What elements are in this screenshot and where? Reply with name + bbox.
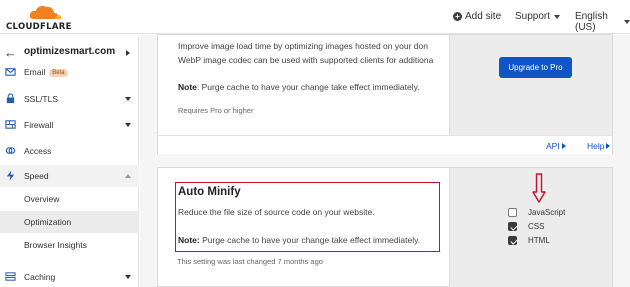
chevron-right-icon (126, 50, 130, 56)
cloud-icon (29, 6, 62, 20)
access-icon (5, 147, 16, 154)
chevron-down-icon (624, 20, 630, 24)
sidebar-item-speed[interactable]: Speed (0, 165, 139, 187)
chevron-down-icon (125, 97, 131, 101)
minify-option-css[interactable]: CSS (508, 222, 544, 231)
sidebar-item-caching[interactable]: Caching (0, 266, 139, 287)
sidebar-subitem-overview[interactable]: Overview (0, 188, 139, 210)
sidebar-item-label: Email (24, 67, 46, 77)
logo-wordmark: CLOUDFLARE (6, 22, 72, 32)
sidebar-item-label: Speed (24, 171, 49, 181)
sidebar-item-email[interactable]: Email Beta (0, 61, 139, 83)
chevron-down-icon (125, 123, 131, 127)
language-label: English (US) (575, 11, 608, 33)
sidebar-item-label: Firewall (24, 120, 54, 130)
sidebar: ← optimizesmart.com Email Beta SSL/TLS Fi… (0, 35, 139, 287)
caret-right-icon (606, 143, 611, 149)
note-text: : Purge cache to have your change take e… (196, 82, 420, 92)
option-label: CSS (528, 222, 545, 231)
requires-plan-text: Requires Pro or higher (178, 106, 254, 115)
note-label: Note (178, 82, 197, 92)
site-name: optimizesmart.com (24, 46, 116, 57)
cloudflare-logo[interactable]: CLOUDFLARE (3, 4, 71, 32)
language-menu[interactable]: English (US) (575, 11, 630, 33)
plus-icon: + (453, 12, 462, 21)
auto-minify-note: Note: Purge cache to have your change ta… (178, 235, 420, 245)
sidebar-item-label: SSL/TLS (24, 94, 59, 104)
support-label: Support (515, 11, 551, 22)
auto-minify-description: Reduce the file size of source code on y… (178, 207, 375, 217)
html-checkbox[interactable] (508, 236, 517, 245)
sidebar-item-ssl-tls[interactable]: SSL/TLS (0, 88, 139, 110)
card-footer: API Help (158, 135, 612, 154)
polish-card: Improve image load time by optimizing im… (157, 34, 613, 154)
sidebar-item-firewall[interactable]: Firewall (0, 114, 139, 136)
option-label: JavaScript (528, 208, 566, 217)
card-body: Improve image load time by optimizing im… (158, 35, 449, 135)
card-control-panel: Upgrade to Pro (449, 35, 612, 135)
add-site-link[interactable]: + Add site (453, 11, 501, 22)
last-changed-text: This setting was last changed 7 months a… (177, 257, 323, 266)
lock-icon (6, 93, 15, 104)
chevron-down-icon (554, 14, 561, 19)
sidebar-item-access[interactable]: Access (0, 140, 139, 162)
site-selector[interactable]: ← optimizesmart.com (0, 41, 139, 63)
auto-minify-title: Auto Minify (178, 186, 241, 198)
minify-option-javascript[interactable]: JavaScript (508, 208, 565, 217)
card-note: Note: Purge cache to have your change ta… (178, 82, 420, 92)
red-arrow-annotation-icon (532, 173, 546, 203)
note-text: Purge cache to have your change take eff… (199, 235, 421, 245)
sidebar-item-label: Access (24, 146, 52, 156)
back-arrow-icon[interactable]: ← (4, 45, 17, 60)
top-bar: CLOUDFLARE + Add site Support English (U… (0, 0, 630, 34)
upgrade-to-pro-button[interactable]: Upgrade to Pro (499, 57, 572, 78)
beta-badge: Beta (49, 69, 68, 77)
help-link[interactable]: Help (587, 141, 611, 151)
firewall-icon (5, 120, 16, 129)
sidebar-item-label: Browser Insights (24, 240, 87, 250)
caret-right-icon (561, 143, 566, 149)
auto-minify-card: Auto Minify Reduce the file size of sour… (157, 167, 613, 287)
email-icon (5, 68, 16, 76)
api-link-label: API (546, 141, 560, 151)
caching-icon (5, 272, 16, 281)
lightning-icon (6, 170, 15, 181)
main-content: Improve image load time by optimizing im… (140, 34, 630, 287)
add-site-label: Add site (465, 11, 502, 22)
help-link-label: Help (587, 141, 605, 151)
css-checkbox[interactable] (508, 222, 517, 231)
sidebar-item-label: Optimization (24, 217, 72, 227)
chevron-up-icon (125, 174, 131, 178)
javascript-checkbox[interactable] (508, 208, 517, 217)
sidebar-subitem-optimization[interactable]: Optimization (0, 211, 139, 233)
minify-option-html[interactable]: HTML (508, 236, 550, 245)
card-description-line: Improve image load time by optimizing im… (178, 41, 428, 51)
support-menu[interactable]: Support (515, 11, 561, 22)
chevron-down-icon (125, 275, 131, 279)
sidebar-item-label: Overview (24, 194, 60, 204)
sidebar-item-label: Caching (24, 272, 56, 282)
auto-minify-options-panel: JavaScript CSS HTML (449, 168, 612, 287)
card-description-line: WebP image codec can be used with suppor… (178, 55, 434, 65)
note-label: Note: (178, 235, 200, 245)
sidebar-subitem-browser-insights[interactable]: Browser Insights (0, 234, 139, 256)
api-link[interactable]: API (546, 141, 566, 151)
option-label: HTML (528, 236, 550, 245)
